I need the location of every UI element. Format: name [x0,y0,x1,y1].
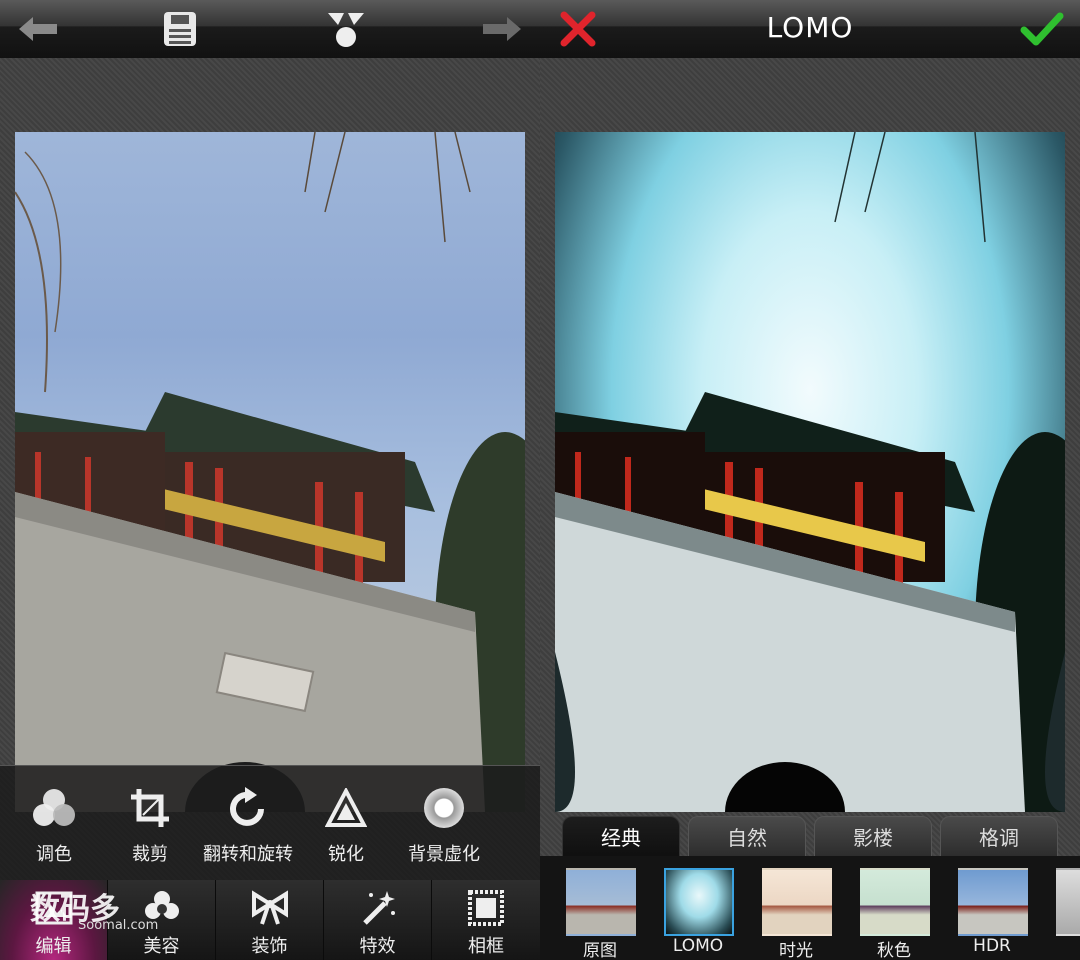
tool-crop[interactable]: 裁剪 [96,766,204,881]
filter-toolbar: LOMO [540,0,1080,58]
frame-icon [466,888,506,928]
tool-label: 翻转和旋转 [203,844,293,865]
filter-panel: LOMO 经典 自然 影楼 格调 原图 LOMO 时光 秋色 HDR [540,0,1080,960]
undo-button[interactable] [8,6,68,52]
filter-thumb-lomo[interactable] [664,868,734,936]
cancel-button[interactable] [548,6,608,52]
decoration-icon [250,888,290,928]
tool-background-blur[interactable]: 背景虚化 [388,766,500,881]
tab-classic[interactable]: 经典 [562,816,680,860]
tool-label: 背景虚化 [408,844,480,865]
nav-label: 装饰 [251,936,288,957]
filter-label: HDR [973,936,1011,956]
nav-label: 相框 [468,936,504,957]
filter-label: 原图 [583,941,617,960]
close-icon [560,11,596,47]
nav-effects[interactable]: 特效 [324,880,432,960]
filter-thumb-autumn[interactable] [860,868,930,936]
nav-label: 特效 [359,936,396,957]
filter-label: LOMO [672,936,724,956]
tool-label: 裁剪 [132,844,168,865]
filter-thumb-hdr[interactable] [958,868,1028,936]
lomo-preview-photo [555,132,1065,812]
redo-button[interactable] [472,6,532,52]
filter-title: LOMO [766,11,854,44]
check-icon [1020,12,1064,46]
confirm-button[interactable] [1012,6,1072,52]
edit-tool-tray: 调色 裁剪 翻转和旋转 锐化 背景虚化 [0,765,540,881]
undo-icon [19,17,57,41]
top-toolbar [0,0,540,58]
share-button[interactable] [316,6,376,52]
sharpen-icon [322,784,370,832]
tool-label: 锐化 [328,844,364,865]
tab-style[interactable]: 格调 [940,816,1058,860]
tab-studio[interactable]: 影楼 [814,816,932,860]
original-photo [15,132,525,812]
redo-icon [483,17,521,41]
watermark-url: Soomal.com [78,918,159,933]
nav-frame[interactable]: 相框 [432,880,540,960]
filter-thumb-original[interactable] [566,868,636,936]
filter-thumb-next[interactable] [1056,868,1080,936]
effects-icon [358,888,398,928]
save-button[interactable] [150,6,210,52]
filter-category-tabs: 经典 自然 影楼 格调 [540,812,1080,860]
filter-thumb-time[interactable] [762,868,832,936]
nav-label: 美容 [143,936,180,957]
editor-panel: 调色 裁剪 翻转和旋转 锐化 背景虚化 编辑 美容 装饰 特效 相框 数码多 S… [0,0,540,960]
nav-label: 编辑 [35,936,72,957]
tool-label: 调色 [36,844,72,865]
tab-natural[interactable]: 自然 [688,816,806,860]
tool-rotate[interactable]: 翻转和旋转 [192,766,304,881]
color-adjust-icon [30,784,78,832]
save-icon [164,12,196,46]
rotate-icon [224,784,272,832]
crop-icon [126,784,174,832]
filter-label: 时光 [779,941,813,960]
share-icon [328,13,364,47]
background-blur-icon [420,784,468,832]
photo-scene [555,132,1065,812]
filter-strip: 原图 LOMO 时光 秋色 HDR [540,856,1080,960]
nav-decoration[interactable]: 装饰 [216,880,324,960]
tool-color-adjust[interactable]: 调色 [0,766,108,881]
filter-label: 秋色 [877,941,911,960]
tool-sharpen[interactable]: 锐化 [292,766,400,881]
photo-scene [15,132,525,812]
